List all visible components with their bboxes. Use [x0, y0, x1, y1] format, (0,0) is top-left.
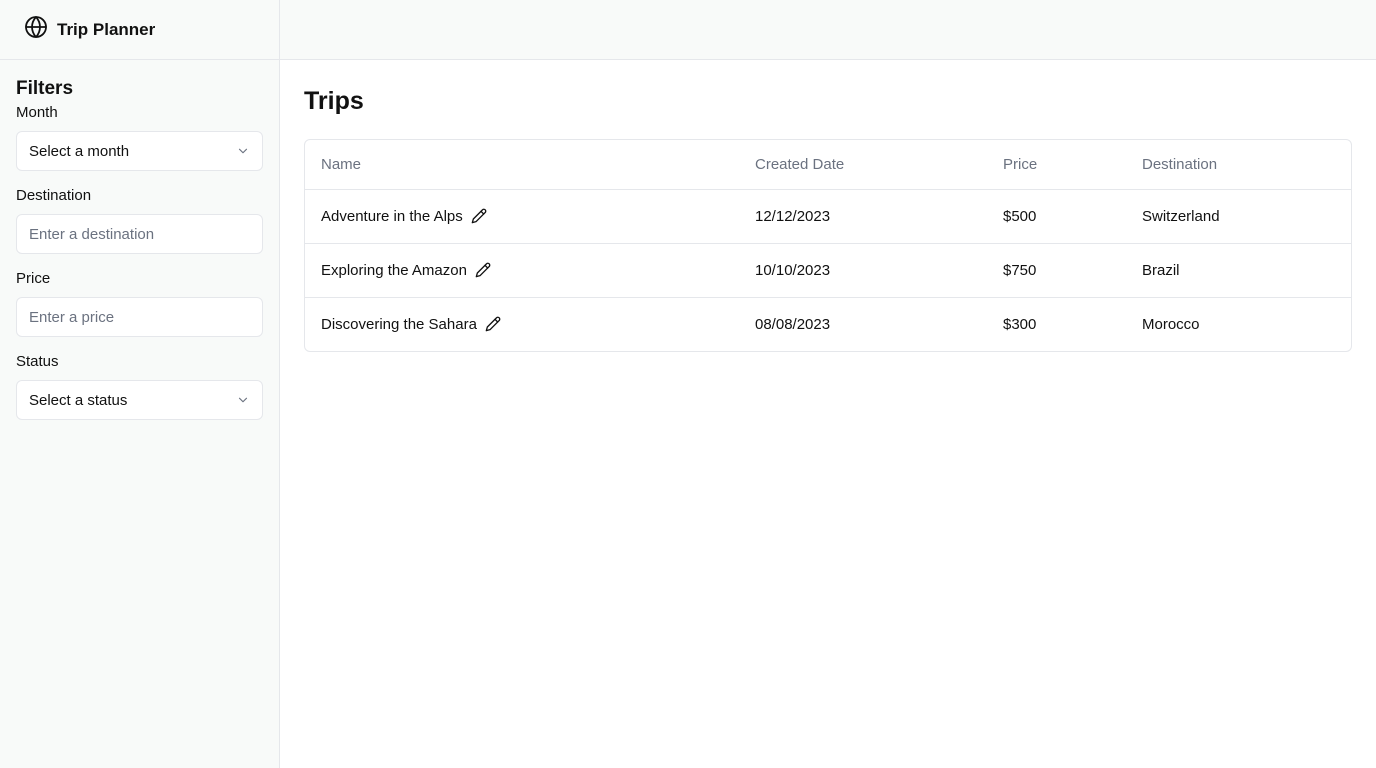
- trips-table: Name Created Date Price Destination Adve…: [305, 140, 1351, 351]
- header-created-date: Created Date: [739, 140, 987, 190]
- destination-input[interactable]: [29, 225, 250, 243]
- trip-price: $750: [987, 243, 1126, 298]
- trip-name: Discovering the Sahara: [321, 315, 477, 333]
- app-title: Trip Planner: [57, 19, 156, 39]
- page-title: Trips: [304, 87, 364, 115]
- trip-name: Exploring the Amazon: [321, 261, 467, 279]
- destination-label: Destination: [16, 187, 92, 204]
- status-select[interactable]: Select a status: [16, 380, 263, 420]
- trip-price: $300: [1003, 315, 1037, 333]
- price-label: Price: [16, 270, 51, 287]
- trip-destination: Switzerland: [1126, 189, 1351, 244]
- status-field: Status Select a status: [16, 353, 263, 420]
- pencil-icon[interactable]: [485, 316, 501, 332]
- table-row[interactable]: Discovering the Sahara 08/08/2023 $300 M…: [305, 297, 1351, 351]
- month-select[interactable]: Select a month: [16, 131, 263, 171]
- price-field: Price: [16, 270, 263, 337]
- brand[interactable]: Trip Planner: [0, 0, 279, 60]
- pencil-icon[interactable]: [475, 262, 491, 278]
- pencil-icon[interactable]: [471, 208, 487, 224]
- table-header-row: Name Created Date Price Destination: [305, 140, 1351, 190]
- trip-created-date: 12/12/2023: [739, 189, 987, 244]
- status-label: Status: [16, 353, 59, 370]
- main-content: Trips Name Created Date Price Destinatio…: [304, 60, 1352, 352]
- table-row[interactable]: Exploring the Amazon 10/10/2023 $750 Bra…: [305, 243, 1351, 298]
- price-input-wrapper: [16, 297, 263, 337]
- chevron-down-icon: [238, 397, 248, 403]
- month-field: Month Select a month: [16, 104, 263, 171]
- trip-name: Adventure in the Alps: [321, 207, 463, 225]
- trip-created-date: 10/10/2023: [739, 243, 987, 298]
- top-bar: [280, 0, 1376, 60]
- price-input[interactable]: [29, 308, 250, 326]
- filters-title: Filters: [16, 78, 74, 99]
- trips-table-card: Name Created Date Price Destination Adve…: [304, 139, 1352, 352]
- trip-price: $500: [987, 189, 1126, 244]
- header-name: Name: [305, 140, 739, 190]
- header-price: Price: [987, 140, 1126, 190]
- destination-input-wrapper: [16, 214, 263, 254]
- trip-destination: Morocco: [1142, 315, 1200, 333]
- globe-icon: [24, 15, 57, 44]
- sidebar: Trip Planner Filters Month Select a mont…: [0, 0, 280, 768]
- destination-field: Destination: [16, 187, 263, 254]
- month-select-value: Select a month: [29, 142, 130, 160]
- month-label: Month: [16, 104, 58, 121]
- trip-created-date: 08/08/2023: [755, 315, 831, 333]
- filters-panel: Filters Month Select a month Destination…: [0, 60, 279, 420]
- table-row[interactable]: Adventure in the Alps 12/12/2023 $500 Sw…: [305, 189, 1351, 244]
- header-destination: Destination: [1126, 140, 1351, 190]
- chevron-down-icon: [238, 148, 248, 154]
- trip-destination: Brazil: [1126, 243, 1351, 298]
- status-select-value: Select a status: [29, 391, 128, 409]
